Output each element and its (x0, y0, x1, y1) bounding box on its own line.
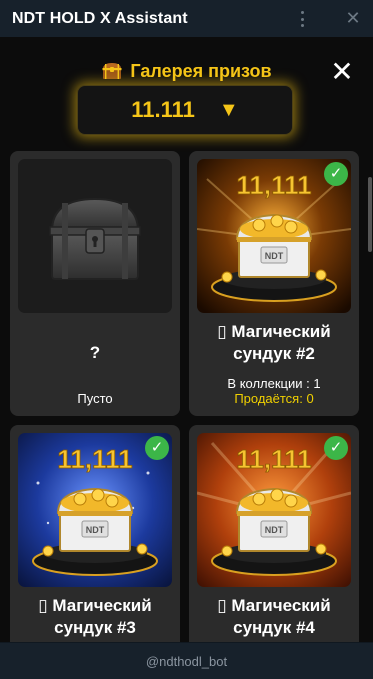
collection-count: В коллекции : 1 (227, 376, 321, 391)
prize-card-chest-2[interactable]: 11,111 NDT ✓ ▯ Магический сундук #2 В ко… (189, 151, 359, 416)
card-name-line1: ▯ Магический (38, 596, 152, 615)
card-name: ▯ Магический сундук #3 (10, 595, 180, 639)
prize-card-chest-3[interactable]: 11,111 NDT ✓ ▯ Магический сундук #3 (10, 425, 180, 642)
balance-dropdown[interactable]: 11.111 ▼ (77, 85, 293, 135)
prize-card-chest-4[interactable]: 11,111 NDT ✓ ▯ Магический сундук #4 (189, 425, 359, 642)
treasure-chest-icon (102, 63, 122, 79)
card-name: ▯ Магический сундук #4 (189, 595, 359, 639)
dropdown-arrow-icon: ▼ (218, 98, 239, 121)
close-window-icon[interactable]: ✕ (343, 8, 363, 28)
window-title: NDT HOLD X Assistant (12, 9, 188, 27)
chest-image: 11,111 NDT ✓ (197, 159, 351, 313)
chest-label: NDT (265, 525, 284, 535)
card-banner: 11,111 (236, 444, 311, 474)
chest-image: 11,111 NDT ✓ (18, 433, 172, 587)
card-status: Пусто (77, 391, 113, 406)
card-banner: 11,111 (236, 170, 311, 200)
chest-label: NDT (86, 525, 105, 535)
card-banner: 11,111 (57, 444, 132, 474)
owned-check-icon: ✓ (324, 436, 348, 460)
more-options-icon[interactable] (295, 9, 309, 29)
card-name-line2: сундук #4 (233, 618, 315, 637)
scrollbar[interactable] (368, 177, 372, 252)
card-name-line2: сундук #3 (54, 618, 136, 637)
for-sale-count: Продаётся: 0 (234, 391, 314, 406)
window-header: NDT HOLD X Assistant ✕ (0, 0, 373, 37)
card-name-line1: ▯ Магический (217, 322, 331, 341)
bot-handle-bar[interactable]: @ndthodl_bot (0, 642, 373, 679)
web-app: Галерея призов ✕ 11.111 ▼ ? Пусто 11,111… (0, 37, 373, 642)
chest-label: NDT (265, 251, 284, 261)
prize-card-empty[interactable]: ? Пусто (10, 151, 180, 416)
owned-check-icon: ✓ (145, 436, 169, 460)
card-name: ? (89, 343, 101, 362)
card-name-line2: сундук #2 (233, 344, 315, 363)
gallery-heading: Галерея призов (0, 61, 373, 82)
owned-check-icon: ✓ (324, 162, 348, 186)
close-gallery-button[interactable]: ✕ (330, 58, 354, 86)
balance-value: 11.111 (131, 97, 195, 122)
gallery-title: Галерея призов (130, 61, 272, 81)
chest-image: 11,111 NDT ✓ (197, 433, 351, 587)
card-name-line1: ▯ Магический (217, 596, 331, 615)
locked-chest-image (18, 159, 172, 313)
bot-handle: @ndthodl_bot (145, 654, 228, 669)
card-name: ▯ Магический сундук #2 (189, 321, 359, 365)
